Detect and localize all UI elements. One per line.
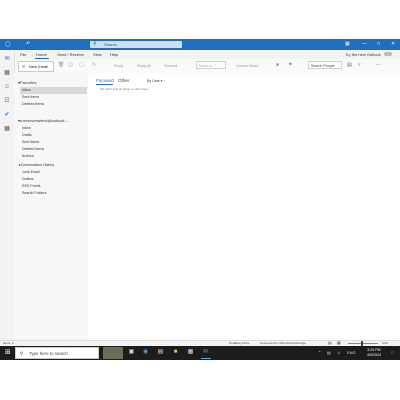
tab-help[interactable]: Help [110,52,118,57]
tab-send-receive[interactable]: Send / Receive [57,52,84,57]
favorites-header[interactable]: ▾Favorites [18,80,36,85]
reading-view-icon[interactable]: ▦ [337,340,341,345]
coming-soon-icon[interactable]: ▦ [345,39,350,50]
store-icon[interactable]: ▦ [187,349,194,356]
reading-pane [184,73,400,340]
folder-item-favorite-sent[interactable]: Sent Items [22,95,39,99]
search-people-box[interactable]: Search People [308,61,342,69]
title-search-box[interactable]: ⚲ Search [90,41,182,48]
message-list [88,73,185,340]
search-icon: ⚲ [93,41,97,47]
todo-nav-icon[interactable]: ✔ [3,111,11,119]
reply-all-button[interactable]: Reply All [137,64,151,68]
close-icon[interactable]: ✕ [391,39,395,50]
favorites-header-label: Favorites [20,80,37,85]
quick-steps-icon[interactable]: ↻ [92,62,96,68]
taskbar-search-placeholder: Type here to search [29,351,68,356]
outlook-taskbar-icon[interactable]: ✉ [202,349,209,356]
navigation-rail [0,50,15,340]
tab-other[interactable]: Other [118,78,130,83]
move-to-box[interactable]: Move to: ? [196,61,226,69]
forward-button[interactable]: Forward [164,64,177,68]
categorize-icon[interactable]: ■ [276,62,279,68]
folder-item-rss[interactable]: RSS Feeds [22,184,40,188]
account-header[interactable]: ▾ruxeroversetest@outlook... [18,118,68,123]
sort-label: By Date [147,79,160,83]
sort-direction-icon[interactable]: ↑ [164,79,166,83]
maximize-icon[interactable]: □ [377,39,380,50]
tab-home[interactable]: Home [36,52,47,57]
folder-item-search-folders[interactable]: Search Folders [22,191,46,195]
normal-view-icon[interactable]: ▤ [328,340,332,345]
flag-icon[interactable]: ⚑ [288,62,292,68]
taskbar-search-box[interactable]: ⚲ Type here to search [15,347,99,359]
account-header-label: ruxeroversetest@outlook... [20,118,68,123]
folder-item-conversation-history[interactable]: ▸Conversation History [19,163,54,167]
bottom-margin [0,360,400,400]
folder-item-sent[interactable]: Sent Items [22,140,39,144]
network-icon[interactable]: ▤ [327,350,331,355]
language-indicator[interactable]: ENG [347,350,356,355]
tab-file[interactable]: File [20,52,26,57]
zoom-slider[interactable] [348,343,378,344]
news-widget[interactable] [103,347,123,359]
folder-item-favorite-inbox[interactable]: Inbox [22,88,31,92]
search-icon: ⚲ [20,351,24,356]
notifications-icon[interactable]: □ [391,350,393,355]
title-bar [0,39,400,50]
edge-icon[interactable]: ◉ [142,349,149,356]
file-explorer-icon[interactable]: ▤ [157,349,164,356]
tab-focused[interactable]: Focused [96,78,114,83]
filter-icon[interactable]: ▿ [358,62,361,68]
active-app-indicator [201,358,211,359]
apps-nav-icon[interactable]: ▦ [3,125,11,133]
calendar-nav-icon[interactable]: ▦ [3,69,11,77]
folder-item-outbox[interactable]: Outbox [22,177,34,181]
address-book-icon[interactable]: ▤ [347,62,352,68]
volume-icon[interactable]: ♫ [337,350,340,355]
junk-icon[interactable]: ▢ [79,62,84,68]
notification-chevron-icon[interactable]: ⌃ [318,350,321,355]
folder-item-drafts[interactable]: Drafts [22,133,32,137]
new-outlook-toggle[interactable] [384,52,392,56]
folder-pane [14,73,89,340]
archive-icon[interactable]: ◫ [68,62,73,68]
clock[interactable]: 3:29 PM 4/9/2024 [360,348,388,358]
folder-icon[interactable]: ■ [172,349,179,356]
items-count: Items: 0 [3,341,14,345]
title-search-placeholder: Search [104,42,117,47]
task-view-icon[interactable]: ▣ [128,349,135,356]
chevron-down-icon: ▾ [160,79,163,83]
outlook-logo-icon: ◯ [5,41,11,47]
delete-icon[interactable]: 🗑 [58,62,64,68]
people-nav-icon[interactable]: ☺ [3,83,11,91]
minimize-icon[interactable]: — [362,39,367,50]
undo-icon[interactable]: ↶ [26,39,30,50]
windows-start-icon[interactable]: ⊞ [5,349,11,357]
folder-item-deleted[interactable]: Deleted Items [22,147,44,151]
folder-item-archive[interactable]: Archive [22,154,34,158]
more-options-icon[interactable]: ⋯ [376,62,381,68]
focused-tab-indicator [96,84,113,85]
conversation-history-label: Conversation History [20,163,55,167]
folder-item-favorite-deleted[interactable]: Deleted Items [22,102,44,106]
unread-read-button[interactable]: Unread/ Read [236,64,258,68]
notes-nav-icon[interactable]: ☷ [3,97,11,105]
try-new-outlook-label: Try the new Outlook [345,52,381,57]
new-email-button[interactable]: ✉ New Email [18,61,54,72]
clock-date: 4/9/2024 [367,353,381,357]
mail-nav-icon[interactable]: ✉ [3,55,11,63]
tab-view[interactable]: View [93,52,102,57]
sync-status: Updating Inbox. [229,341,251,345]
zoom-level: 10% [382,341,389,345]
reply-button[interactable]: Reply [114,64,123,68]
new-email-label: New Email [29,64,49,69]
connection-status: Connected to: Microsoft Exchange [260,341,306,345]
empty-list-message: We didn't find anything to show here. [100,87,150,91]
folder-item-junk[interactable]: Junk Email [22,170,40,174]
mail-icon: ✉ [22,64,26,69]
folder-item-inbox[interactable]: Inbox [22,126,31,130]
sort-dropdown[interactable]: By Date ▾ ↑ [147,79,165,83]
